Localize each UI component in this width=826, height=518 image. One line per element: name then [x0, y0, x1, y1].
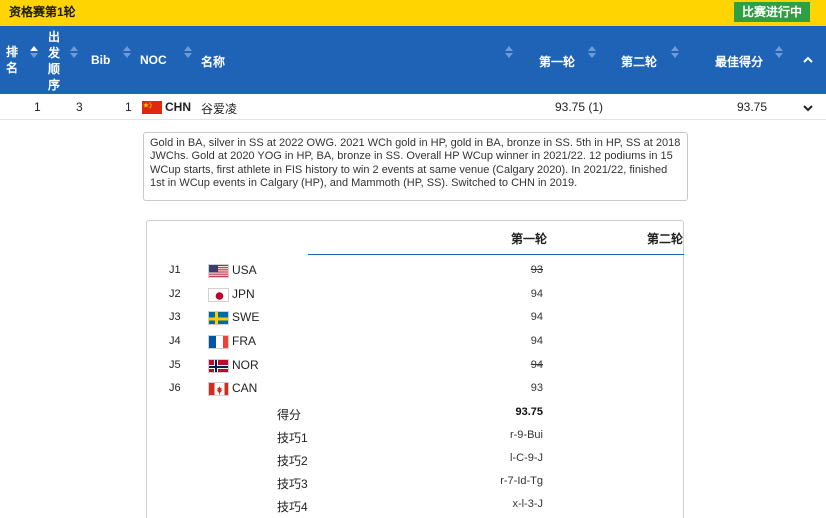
judge-row: J3 SWE 94 [147, 308, 683, 330]
trick-label: 技巧1 [277, 431, 308, 445]
sort-icon[interactable] [671, 46, 679, 58]
judge-id: J4 [169, 335, 181, 347]
score-total-row: 得分 93.75 [147, 403, 683, 425]
col-header-bib[interactable]: Bib [91, 53, 110, 67]
trick-value: x-l-3-J [512, 498, 543, 510]
col-header-best-score[interactable]: 最佳得分 [715, 53, 763, 70]
sort-icon[interactable] [505, 46, 513, 58]
round-banner: 资格赛第1轮 比赛进行中 [0, 0, 826, 26]
athlete-bio: Gold in BA, silver in SS at 2022 OWG. 20… [143, 132, 688, 201]
results-table-header: 排名 出发顺序 Bib NOC 名称 第一轮 第二轮 最佳得分 [0, 26, 826, 94]
judge-score: 94 [530, 288, 543, 300]
table-row[interactable]: 1 3 1 CHN 谷爱凌 93.75 (1) 93.75 [0, 94, 826, 120]
athlete-name[interactable]: 谷爱凌 [201, 100, 237, 117]
trick-row: 技巧1 r-9-Bui [147, 426, 683, 448]
bib-value: 1 [125, 100, 132, 114]
judge-row: J2 JPN 94 [147, 285, 683, 307]
col-header-run1[interactable]: 第一轮 [539, 53, 575, 70]
judge-score: 94 [530, 335, 543, 347]
sort-icon[interactable] [70, 46, 78, 58]
sort-icon[interactable] [588, 46, 596, 58]
trick-label: 技巧2 [277, 454, 308, 468]
china-flag-icon [142, 101, 162, 114]
japan-flag-icon [208, 288, 229, 302]
judge-noc: JPN [232, 287, 255, 301]
judge-score: 94 [530, 311, 543, 323]
usa-flag-icon [208, 264, 229, 278]
start-order-value: 3 [76, 100, 83, 114]
sweden-flag-icon [208, 311, 229, 325]
judge-row: J1 USA 93 [147, 261, 683, 283]
judge-noc: USA [232, 263, 257, 277]
chevron-up-icon[interactable] [802, 54, 814, 66]
sort-icon[interactable] [184, 46, 192, 58]
judge-noc: SWE [232, 310, 260, 324]
trick-value: r-9-Bui [509, 429, 543, 441]
col-header-rank[interactable]: 排名 [6, 44, 20, 76]
sort-icon[interactable] [775, 46, 783, 58]
judge-id: J6 [169, 382, 181, 394]
judges-score-table: 第一轮 第二轮 J1 USA 93 J2 JPN 94 J3 SWE 94 J4… [146, 220, 684, 518]
live-status-badge: 比赛进行中 [734, 2, 810, 22]
canada-flag-icon [208, 382, 229, 396]
judge-id: J5 [169, 359, 181, 371]
judge-id: J3 [169, 311, 181, 323]
score-label: 得分 [277, 408, 302, 422]
header-divider [308, 254, 684, 255]
judge-id: J1 [169, 264, 181, 276]
judges-col-header-run1: 第一轮 [511, 232, 548, 246]
judge-row: J5 NOR 94 [147, 356, 683, 378]
col-header-noc[interactable]: NOC [140, 53, 167, 67]
best-score: 93.75 [737, 100, 768, 114]
trick-label: 技巧4 [277, 500, 308, 514]
trick-row: 技巧4 x-l-3-J [147, 495, 683, 517]
judge-score-dropped: 93 [530, 264, 543, 276]
trick-label: 技巧3 [277, 477, 308, 491]
judge-row: J6 CAN 93 [147, 379, 683, 401]
col-header-run2[interactable]: 第二轮 [621, 53, 657, 70]
noc-value: CHN [165, 100, 191, 114]
norway-flag-icon [208, 359, 229, 373]
sort-icon[interactable] [123, 46, 131, 58]
judge-noc: NOR [232, 358, 259, 372]
col-header-name[interactable]: 名称 [201, 53, 225, 70]
judges-col-header-run2: 第二轮 [647, 232, 684, 246]
run1-score: 93.75 (1) [555, 100, 604, 114]
rank-value: 1 [34, 100, 41, 114]
round-title: 资格赛第1轮 [9, 5, 76, 19]
judge-score-dropped: 94 [530, 359, 543, 371]
score-value: 93.75 [515, 406, 543, 418]
trick-row: 技巧2 l-C-9-J [147, 449, 683, 471]
judge-noc: FRA [232, 334, 256, 348]
sort-icon[interactable] [30, 46, 38, 58]
france-flag-icon [208, 335, 229, 349]
judge-id: J2 [169, 288, 181, 300]
judge-score: 93 [530, 382, 543, 394]
trick-row: 技巧3 r-7-Id-Tg [147, 472, 683, 494]
judge-row: J4 FRA 94 [147, 332, 683, 354]
col-header-start-order[interactable]: 出发顺序 [48, 29, 62, 93]
chevron-down-icon[interactable] [802, 102, 814, 114]
trick-value: l-C-9-J [510, 452, 543, 464]
judge-noc: CAN [232, 381, 258, 395]
trick-value: r-7-Id-Tg [500, 475, 543, 487]
